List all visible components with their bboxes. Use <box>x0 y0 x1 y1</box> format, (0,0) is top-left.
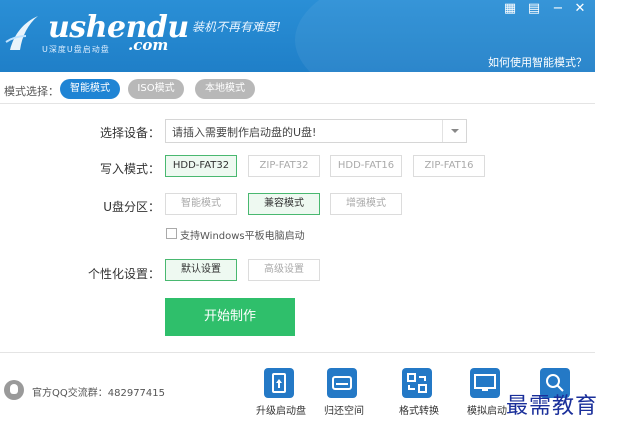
ushendu-window: ushendu .com U深度U盘启动盘 装机不再有难度! ▦ ▤ − ✕ 如… <box>0 0 627 434</box>
divider <box>0 352 595 353</box>
convert-icon <box>402 368 432 398</box>
mode-iso-button[interactable]: ISO模式 <box>128 79 184 99</box>
write-mode-label: 写入模式： <box>99 162 160 176</box>
write-mode-hdd-fat16[interactable]: HDD-FAT16 <box>330 155 402 177</box>
brand-subtitle: U深度U盘启动盘 <box>42 45 110 54</box>
tablet-boot-checkbox[interactable] <box>166 228 177 239</box>
personalize-label: 个性化设置： <box>87 267 160 281</box>
grid-icon[interactable]: ▦ <box>502 2 518 16</box>
tool-label: 格式转换 <box>399 406 439 417</box>
chevron-down-icon[interactable] <box>442 120 466 142</box>
monitor-icon <box>470 368 500 398</box>
mode-local-button[interactable]: 本地模式 <box>195 79 255 99</box>
partition-enhanced[interactable]: 增强模式 <box>330 193 402 215</box>
mode-label: 模式选择： <box>4 85 59 98</box>
partition-compatible[interactable]: 兼容模式 <box>248 193 320 215</box>
mode-bar: 模式选择： 智能模式 ISO模式 本地模式 <box>0 76 595 104</box>
logo-swirl-icon <box>5 16 38 50</box>
divider <box>0 103 595 104</box>
header: ushendu .com U深度U盘启动盘 装机不再有难度! ▦ ▤ − ✕ 如… <box>0 0 595 72</box>
disk-icon <box>327 368 357 398</box>
minimize-icon[interactable]: − <box>550 2 566 16</box>
write-mode-zip-fat32[interactable]: ZIP-FAT32 <box>248 155 320 177</box>
tablet-boot-label[interactable]: 支持Windows平板电脑启动 <box>180 227 305 242</box>
personalize-advanced[interactable]: 高级设置 <box>248 259 320 281</box>
qq-icon <box>4 380 24 400</box>
qq-group-text: 官方QQ交流群：482977415 <box>32 388 166 399</box>
menu-icon[interactable]: ▤ <box>526 2 542 16</box>
slogan: 装机不再有难度! <box>192 20 281 34</box>
watermark-text: 最需教育 <box>506 394 599 419</box>
brand-logo-suffix: .com <box>128 36 169 54</box>
mode-smart-button[interactable]: 智能模式 <box>60 79 120 99</box>
device-select[interactable]: 请插入需要制作启动盘的U盘! <box>165 119 467 143</box>
help-link[interactable]: 如何使用智能模式？ <box>488 54 587 70</box>
partition-smart[interactable]: 智能模式 <box>165 193 237 215</box>
upgrade-icon <box>264 368 294 398</box>
tool-label: 归还空间 <box>324 406 364 417</box>
close-icon[interactable]: ✕ <box>572 2 588 16</box>
partition-label: U盘分区： <box>103 200 160 214</box>
start-button[interactable]: 开始制作 <box>165 298 295 336</box>
write-mode-zip-fat16[interactable]: ZIP-FAT16 <box>413 155 485 177</box>
device-label: 选择设备： <box>99 126 160 140</box>
personalize-default[interactable]: 默认设置 <box>165 259 237 281</box>
write-mode-hdd-fat32[interactable]: HDD-FAT32 <box>165 155 237 177</box>
device-select-value: 请插入需要制作启动盘的U盘! <box>172 126 317 139</box>
